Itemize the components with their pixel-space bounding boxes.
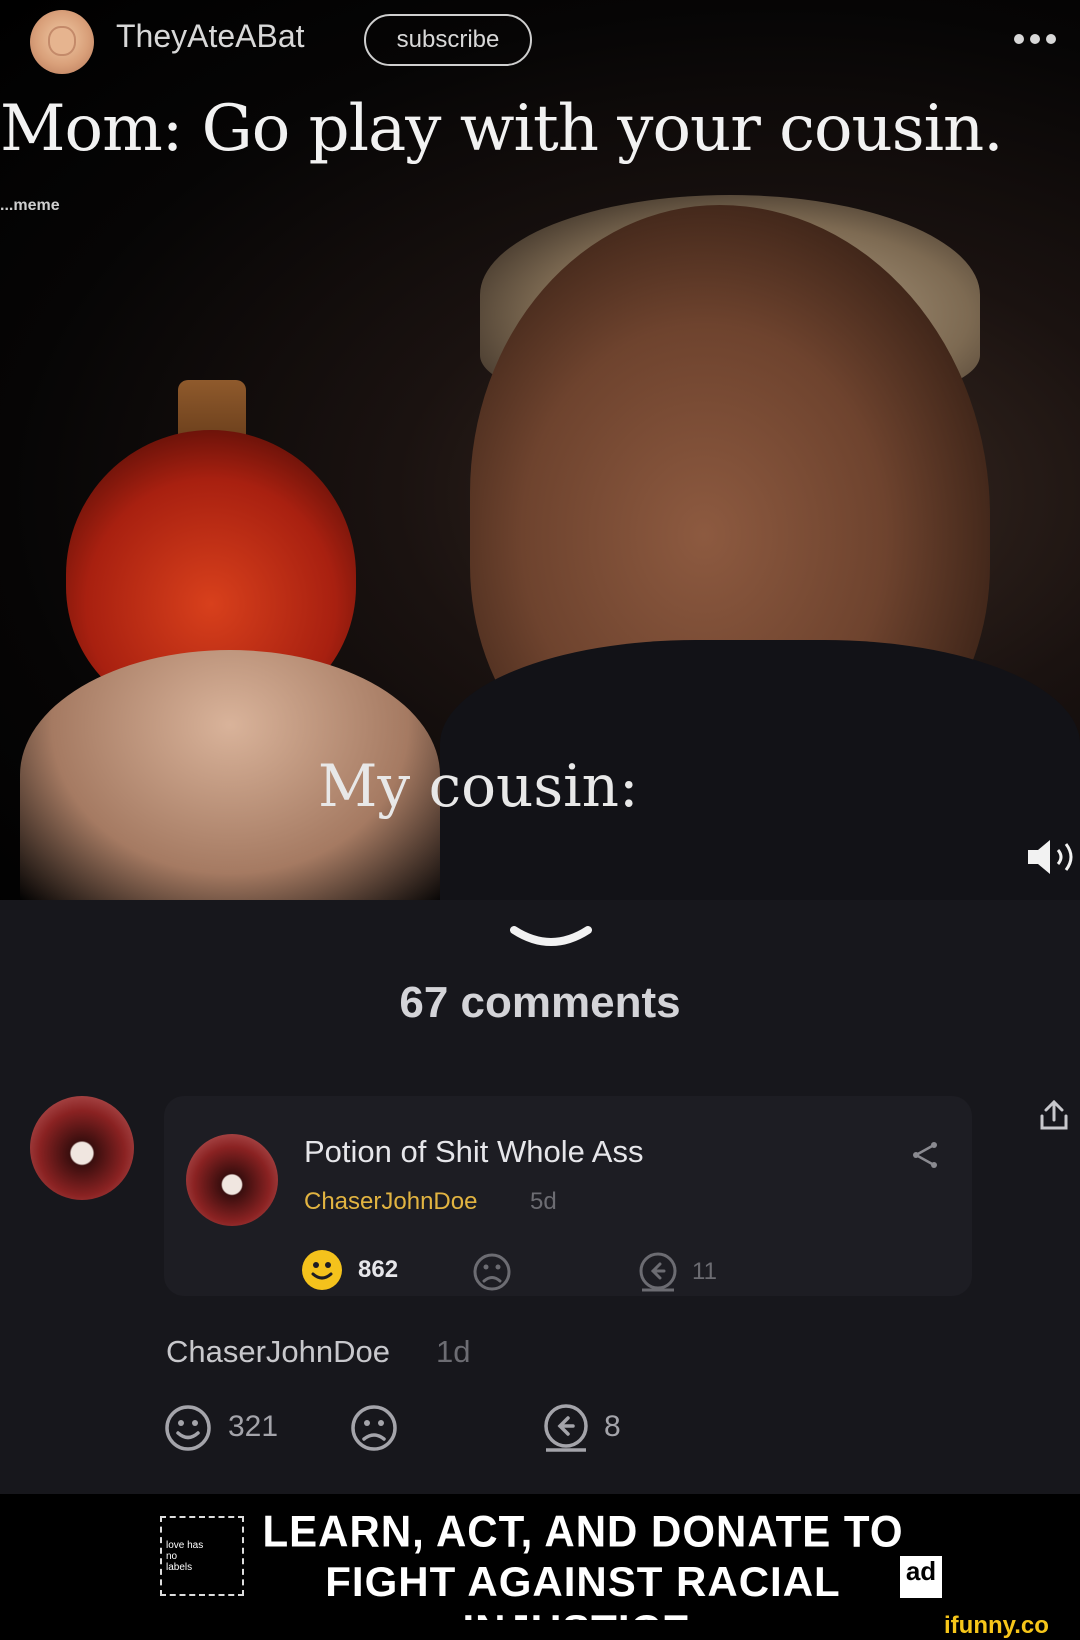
username[interactable]: TheyAteABat: [116, 18, 305, 55]
comment-avatar[interactable]: [30, 1096, 134, 1200]
meme-caption-top: Mom: Go play with your cousin.: [0, 92, 1004, 166]
comment-likes-count: 321: [228, 1410, 279, 1443]
comments-section: 67 comments Potion of Shit Whole Ass Cha…: [0, 900, 1080, 1494]
volume-icon[interactable]: [1024, 835, 1080, 879]
reply-icon[interactable]: [540, 1404, 592, 1452]
frown-icon[interactable]: [350, 1404, 398, 1452]
ifunny-logo: ifunny.co: [944, 1612, 1049, 1639]
meme-image[interactable]: Mom: Go play with your cousin. ...meme M…: [0, 0, 1080, 900]
comment-time: 1d: [436, 1334, 471, 1369]
ad-headline-1: LEARN, ACT, AND DONATE TO: [262, 1506, 904, 1557]
subscribe-button[interactable]: subscribe: [364, 14, 532, 66]
share-icon[interactable]: [1036, 1098, 1072, 1134]
comments-count: 67 comments: [399, 978, 681, 1027]
post-header: TheyAteABat subscribe: [0, 0, 1080, 80]
ad-banner[interactable]: love has no labels LEARN, ACT, AND DONAT…: [140, 1494, 966, 1640]
quoted-comment-text: Potion of Shit Whole Ass: [304, 1134, 644, 1169]
reply-icon[interactable]: [636, 1252, 680, 1292]
comment-author[interactable]: ChaserJohnDoe: [166, 1334, 390, 1370]
meme-watermark: ...meme: [0, 197, 60, 214]
avatar[interactable]: [30, 10, 94, 74]
frown-icon[interactable]: [472, 1252, 512, 1292]
ad-badge: ad: [900, 1556, 942, 1598]
chevron-down-icon[interactable]: [508, 922, 594, 956]
meme-caption-bottom: My cousin:: [318, 752, 639, 820]
smile-icon[interactable]: [302, 1250, 342, 1290]
quoted-time: 5d: [530, 1188, 557, 1215]
quoted-avatar: [186, 1134, 278, 1226]
more-options-icon[interactable]: [1014, 24, 1062, 54]
footer-bar: [0, 1620, 1080, 1640]
comment-replies-count: 8: [604, 1410, 621, 1443]
quoted-replies-count: 11: [692, 1258, 717, 1285]
quoted-comment-card[interactable]: Potion of Shit Whole Ass ChaserJohnDoe 5…: [164, 1096, 972, 1296]
smile-icon[interactable]: [164, 1404, 212, 1452]
quoted-likes-count: 862: [358, 1256, 399, 1283]
share-icon[interactable]: [910, 1140, 940, 1170]
quoted-author[interactable]: ChaserJohnDoe: [304, 1188, 477, 1216]
